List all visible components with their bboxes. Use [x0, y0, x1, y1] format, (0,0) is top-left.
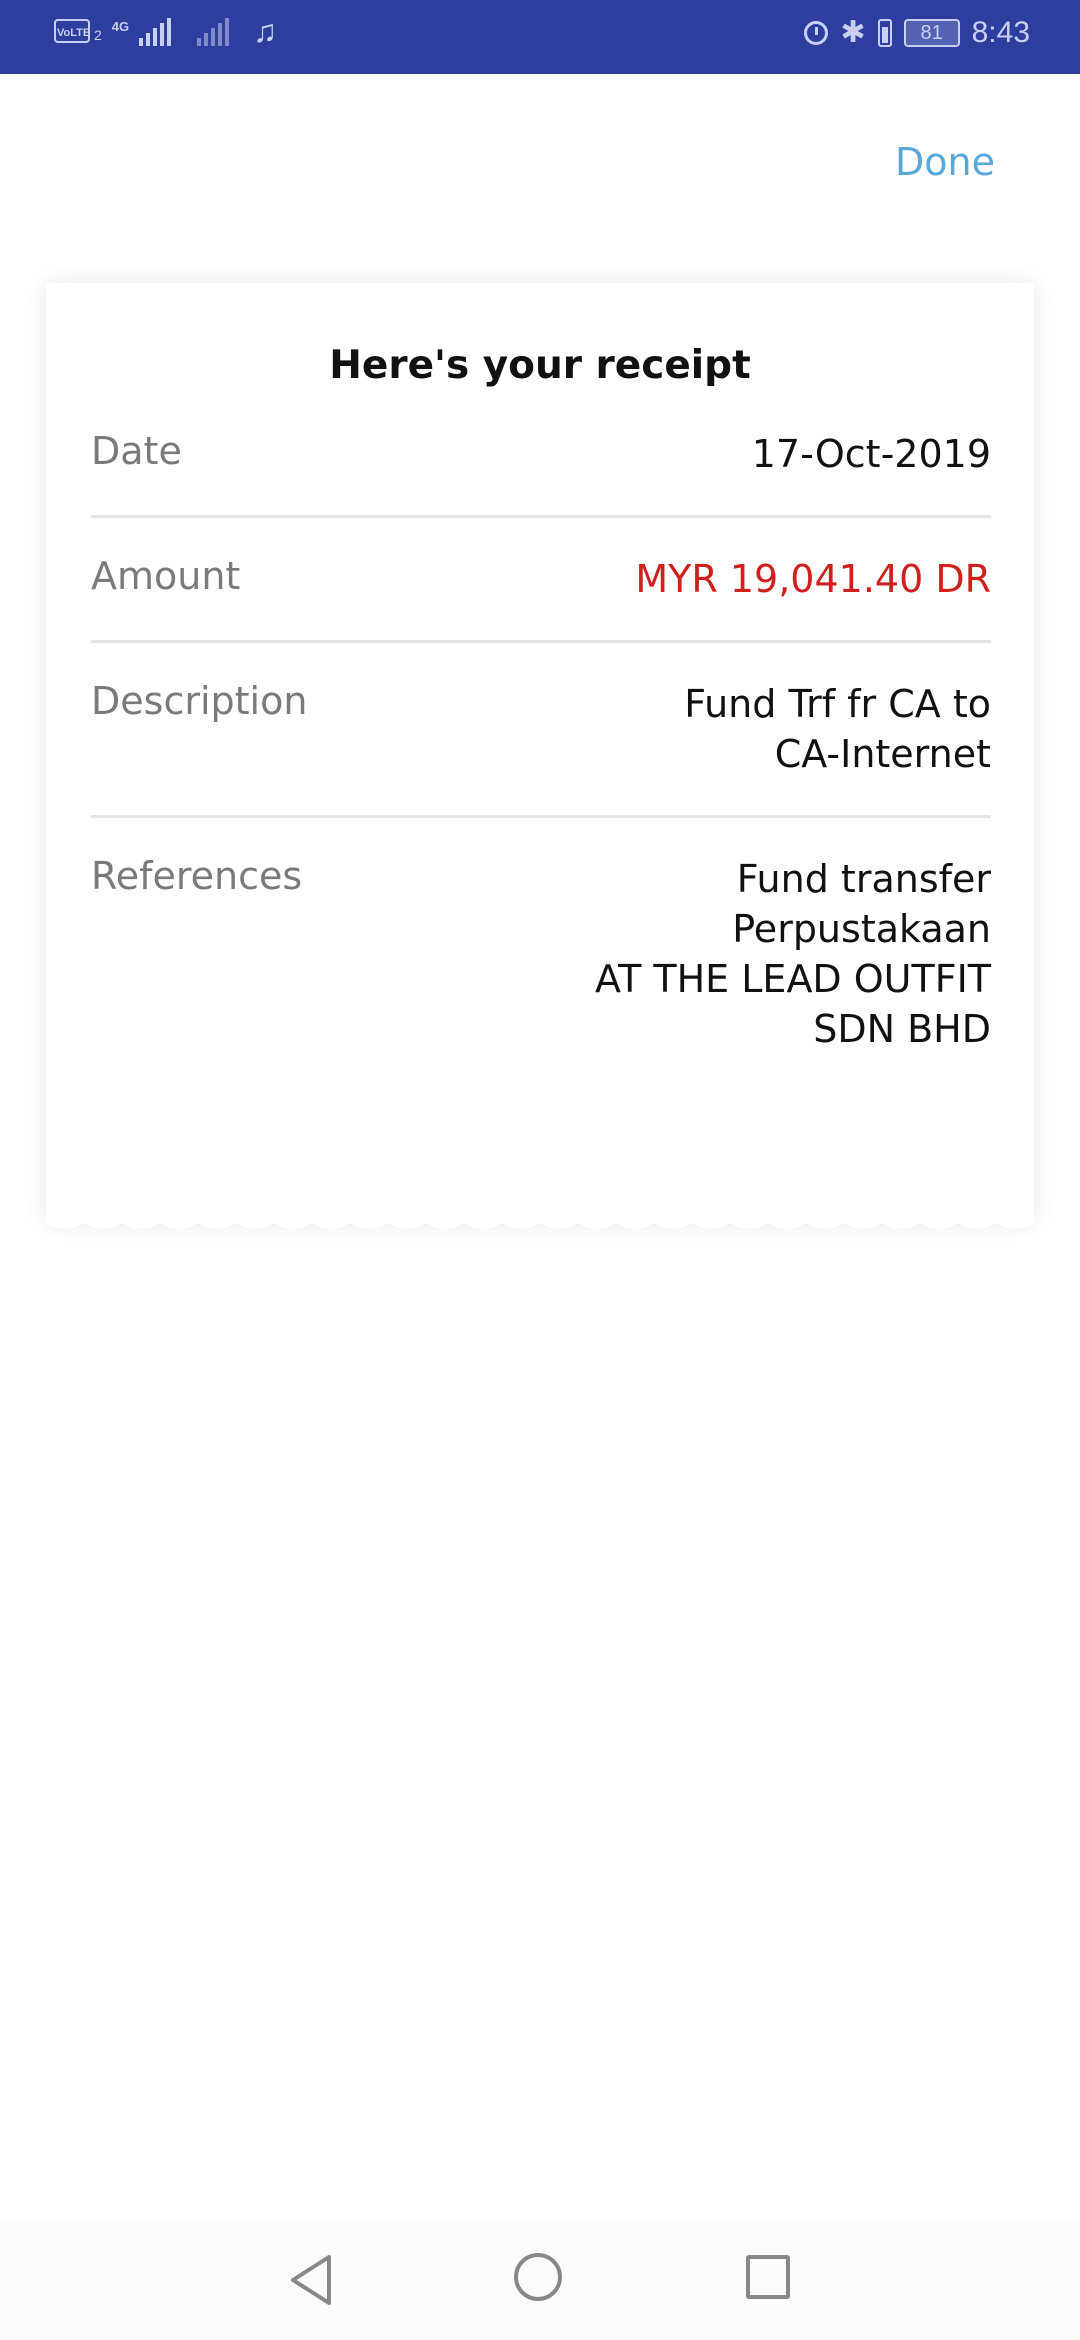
volte-badge: VoLTE	[54, 19, 90, 43]
description-label: Description	[91, 679, 308, 723]
receipt-torn-edge	[46, 1213, 1034, 1229]
network-type: 4G	[111, 18, 130, 34]
divider	[91, 640, 991, 643]
music-icon: ♫	[253, 13, 278, 49]
sim-number: 2	[94, 27, 102, 43]
bluetooth-icon: ✱	[840, 16, 866, 49]
navigation-bar	[0, 2220, 1080, 2340]
status-right: ✱ 81 8:43	[804, 16, 1030, 50]
references-label: References	[91, 854, 303, 898]
status-left: VoLTE 2 4G ♫	[54, 13, 278, 49]
back-icon[interactable]	[287, 2253, 335, 2307]
references-value: Fund transfer Perpustakaan AT THE LEAD O…	[595, 857, 991, 1051]
receipt-card: Here's your receipt Date 17-Oct-2019 Amo…	[46, 283, 1034, 1223]
battery-charging-icon	[877, 19, 892, 47]
date-label: Date	[91, 429, 182, 473]
signal-icon-secondary	[197, 16, 230, 46]
clock: 8:43	[971, 16, 1030, 49]
receipt-title: Here's your receipt	[329, 343, 751, 388]
alarm-icon	[804, 21, 829, 45]
amount-value: MYR 19,041.40 DR	[635, 557, 991, 601]
divider	[91, 815, 991, 818]
receipt-edge-path	[46, 1213, 1034, 1229]
signal-icon	[139, 16, 172, 46]
done-button[interactable]: Done	[895, 140, 995, 184]
status-bar: VoLTE 2 4G ♫ ✱ 81 8:43	[0, 0, 1080, 74]
recent-apps-icon[interactable]	[746, 2255, 790, 2299]
battery-icon: 81	[903, 19, 960, 47]
home-icon[interactable]	[514, 2253, 562, 2301]
amount-label: Amount	[91, 554, 241, 598]
date-value: 17-Oct-2019	[751, 432, 991, 476]
description-value: Fund Trf fr CA to CA-Internet	[684, 682, 991, 776]
divider	[91, 515, 991, 518]
